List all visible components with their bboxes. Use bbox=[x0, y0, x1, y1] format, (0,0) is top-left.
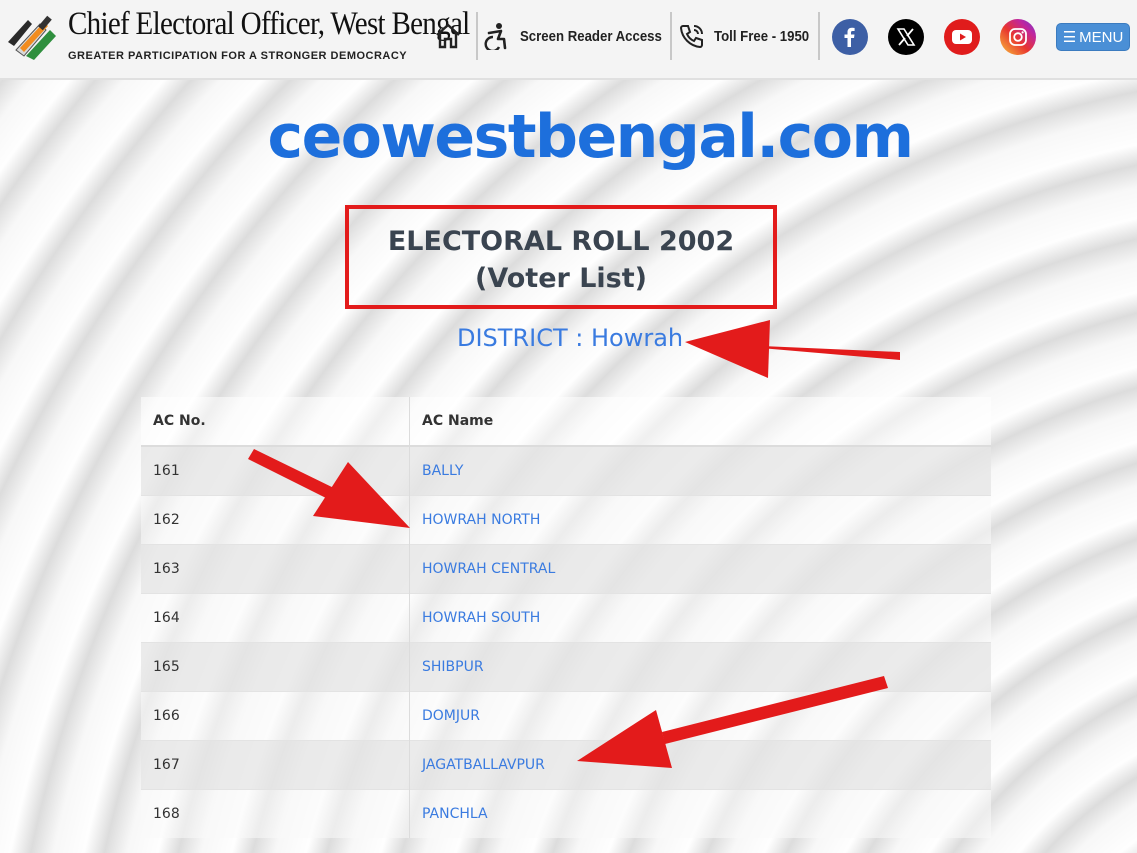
ac-number: 167 bbox=[141, 740, 410, 790]
roll-subtitle: (Voter List) bbox=[474, 263, 648, 294]
instagram-icon[interactable] bbox=[1000, 19, 1036, 55]
table-row: 165 SHIBPUR bbox=[141, 642, 991, 692]
evm-logo-icon[interactable] bbox=[6, 12, 62, 60]
facebook-icon[interactable] bbox=[832, 19, 868, 55]
ac-number: 161 bbox=[141, 445, 410, 496]
table-header-row: AC No. AC Name bbox=[141, 397, 991, 447]
hamburger-icon: ☰ bbox=[1062, 29, 1077, 46]
table-row: 164 HOWRAH SOUTH bbox=[141, 593, 991, 643]
ac-name-link[interactable]: SHIBPUR bbox=[409, 642, 991, 692]
site-tagline: GREATER PARTICIPATION FOR A STRONGER DEM… bbox=[68, 50, 408, 62]
header-divider bbox=[476, 12, 478, 60]
site-name-heading: ceowestbengal.com bbox=[267, 102, 914, 172]
table-row: 162 HOWRAH NORTH bbox=[141, 495, 991, 545]
ac-number: 168 bbox=[141, 789, 410, 838]
menu-label: MENU bbox=[1079, 28, 1124, 46]
ac-number: 162 bbox=[141, 495, 410, 545]
ac-name-link[interactable]: BALLY bbox=[409, 445, 991, 496]
x-icon[interactable] bbox=[888, 19, 924, 55]
roll-title: ELECTORAL ROLL 2002 bbox=[387, 226, 735, 257]
table-row: 166 DOMJUR bbox=[141, 691, 991, 741]
accessibility-icon[interactable] bbox=[484, 22, 510, 50]
ac-name-link[interactable]: HOWRAH SOUTH bbox=[409, 593, 991, 643]
ac-number: 163 bbox=[141, 544, 410, 594]
ac-number: 164 bbox=[141, 593, 410, 643]
header-divider bbox=[818, 12, 820, 60]
district-heading: DISTRICT : Howrah bbox=[457, 324, 684, 352]
electoral-roll-title: ELECTORAL ROLL 2002 (Voter List) bbox=[345, 205, 777, 309]
column-header-ac-no: AC No. bbox=[141, 397, 410, 447]
ac-name-link[interactable]: DOMJUR bbox=[409, 691, 991, 741]
assembly-constituency-table: AC No. AC Name 161 BALLY 162 HOWRAH NORT… bbox=[141, 397, 991, 838]
menu-button[interactable]: ☰ MENU bbox=[1056, 23, 1130, 51]
table-row: 167 JAGATBALLAVPUR bbox=[141, 740, 991, 790]
site-header: Chief Electoral Officer, West Bengal GRE… bbox=[0, 0, 1137, 80]
phone-icon[interactable] bbox=[678, 22, 706, 50]
ac-number: 166 bbox=[141, 691, 410, 741]
table-row: 161 BALLY bbox=[141, 445, 991, 496]
ac-number: 165 bbox=[141, 642, 410, 692]
ac-name-link[interactable]: HOWRAH CENTRAL bbox=[409, 544, 991, 594]
table-row: 163 HOWRAH CENTRAL bbox=[141, 544, 991, 594]
youtube-icon[interactable] bbox=[944, 19, 980, 55]
ac-name-link[interactable]: HOWRAH NORTH bbox=[409, 495, 991, 545]
screen-reader-link[interactable]: Screen Reader Access bbox=[520, 28, 662, 45]
ac-name-link[interactable]: JAGATBALLAVPUR bbox=[409, 740, 991, 790]
toll-free-number[interactable]: Toll Free - 1950 bbox=[714, 28, 809, 45]
site-logo-title[interactable]: Chief Electoral Officer, West Bengal bbox=[68, 6, 470, 43]
home-icon[interactable] bbox=[434, 22, 462, 50]
table-row: 168 PANCHLA bbox=[141, 789, 991, 838]
column-header-ac-name: AC Name bbox=[409, 397, 991, 447]
header-divider bbox=[670, 12, 672, 60]
ac-name-link[interactable]: PANCHLA bbox=[409, 789, 991, 838]
